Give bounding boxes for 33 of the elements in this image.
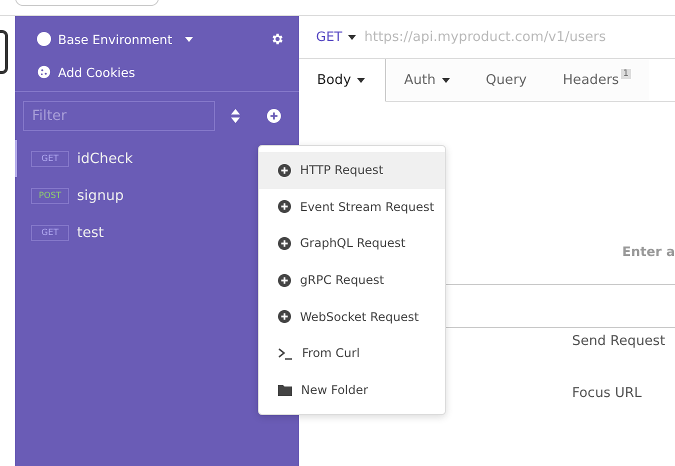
- menu-item[interactable]: New Folder: [259, 372, 445, 408]
- shortcut-label: Focus URL: [572, 385, 643, 401]
- add-icon: [278, 274, 291, 287]
- add-icon: [278, 236, 291, 250]
- menu-item[interactable]: gRPC Request: [259, 262, 445, 298]
- settings-icon[interactable]: [270, 32, 284, 46]
- circle-icon: [37, 32, 51, 46]
- environment-dropdown[interactable]: Base Environment: [37, 32, 194, 46]
- add-icon: [278, 310, 291, 324]
- add-cookies-button[interactable]: Add Cookies: [37, 61, 136, 83]
- caret-icon: [348, 34, 356, 40]
- request-name: signup: [77, 188, 124, 204]
- folder-icon: [278, 384, 292, 396]
- method-tag: POST: [31, 188, 69, 204]
- menu-item[interactable]: HTTP Request: [259, 152, 445, 189]
- menu-item[interactable]: From Curl: [259, 334, 445, 372]
- sort-icon[interactable]: [231, 109, 240, 123]
- add-icon: [278, 164, 291, 177]
- menu-item[interactable]: WebSocket Request: [259, 298, 445, 335]
- method-dropdown[interactable]: GET: [316, 30, 356, 44]
- shortcut-label: Send Request: [572, 333, 666, 349]
- panel-edge: [0, 30, 8, 74]
- filter-field[interactable]: Filter: [23, 101, 216, 131]
- add-icon[interactable]: [267, 109, 281, 123]
- terminal-icon: [278, 346, 293, 360]
- request-name: test: [77, 224, 104, 240]
- add-icon: [278, 200, 291, 214]
- empty-state-text: Enter a: [622, 245, 675, 260]
- request-name: idCheck: [77, 150, 133, 166]
- method-tag: GET: [31, 150, 69, 166]
- method-tag: GET: [31, 224, 69, 240]
- cookie-icon: [37, 65, 51, 79]
- caret-icon: [185, 36, 194, 42]
